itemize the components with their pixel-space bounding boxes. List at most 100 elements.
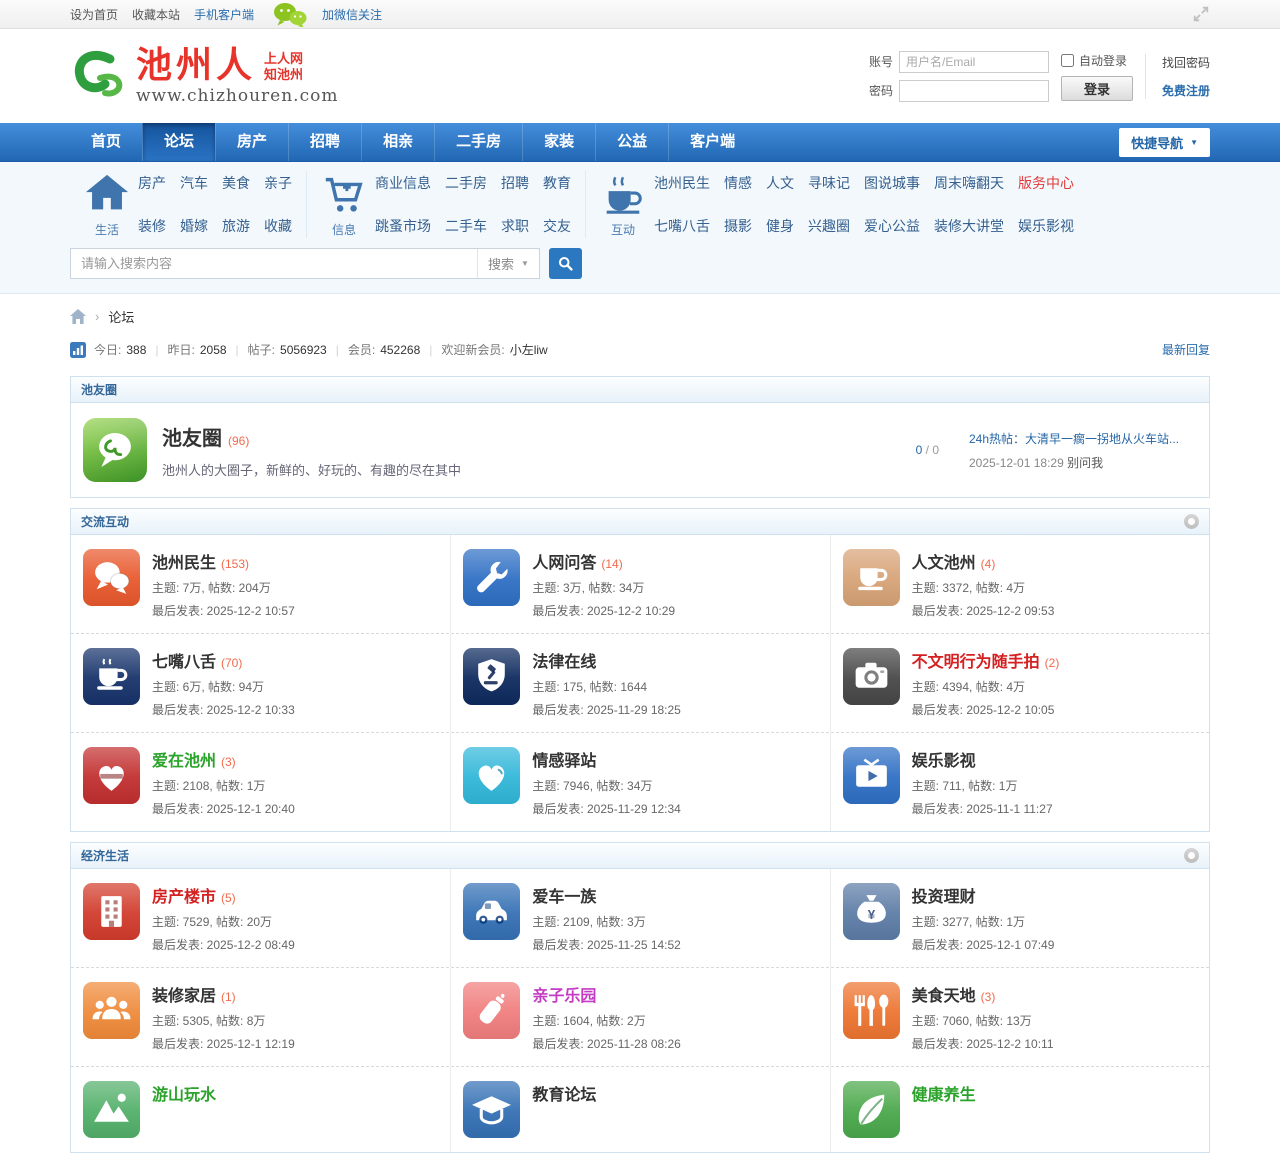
subnav-link[interactable]: 健身 [766,214,794,238]
collapse-toggle-icon[interactable] [1184,514,1199,529]
leaf-icon[interactable] [843,1081,900,1138]
forum-last-post[interactable]: 最后发表: 2025-12-2 10:05 [912,701,1060,718]
czr-bubble-icon[interactable] [83,418,147,482]
subnav-link[interactable]: 摄影 [724,214,752,238]
wrench-icon[interactable] [463,549,520,606]
forum-title-link[interactable]: 美食天地 [912,982,976,1006]
forum-last-post[interactable]: 最后发表: 2025-12-2 09:53 [912,602,1055,619]
nav-item-4[interactable]: 招聘 [288,123,361,161]
subnav-link[interactable]: 交友 [543,214,571,238]
forum-title-link[interactable]: 装修家居 [152,982,216,1006]
coffee-icon[interactable] [843,549,900,606]
forum-title-link[interactable]: 七嘴八舌 [152,648,216,672]
account-input[interactable] [899,51,1049,73]
new-member-link[interactable]: 小左liw [510,341,548,358]
quick-nav-button[interactable]: 快捷导航▼ [1119,128,1210,157]
subnav-link[interactable]: 亲子 [264,171,292,195]
nav-item-2[interactable]: 论坛 [142,123,215,161]
subnav-link[interactable]: 房产 [138,171,166,195]
film-icon[interactable] [843,747,900,804]
camera-icon[interactable] [843,648,900,705]
collapse-toggle-icon[interactable] [1184,848,1199,863]
subnav-link[interactable]: 寻味记 [808,171,850,195]
forum-last-post[interactable]: 最后发表: 2025-11-1 11:27 [912,800,1053,817]
forum-title-link[interactable]: 教育论坛 [532,1081,596,1105]
subnav-link[interactable]: 汽车 [180,171,208,195]
hot-post-author-link[interactable]: 别问我 [1067,456,1103,470]
nav-item-7[interactable]: 家装 [522,123,595,161]
forum-last-post[interactable]: 最后发表: 2025-12-1 12:19 [152,1035,295,1052]
forum-title-link[interactable]: 房产楼市 [152,883,216,907]
nav-item-5[interactable]: 相亲 [361,123,434,161]
mobile-client-link[interactable]: 手机客户端 [194,6,254,23]
subnav-link[interactable]: 娱乐影视 [1018,214,1074,238]
home-icon[interactable] [70,309,86,324]
fullscreen-icon[interactable] [1192,5,1210,23]
forum-last-post[interactable]: 最后发表: 2025-12-2 10:33 [152,701,295,718]
mountain-icon[interactable] [83,1081,140,1138]
site-logo[interactable]: 池州人 上人网 知池州 www.chizhouren.com [70,46,338,106]
forum-last-post[interactable]: 最后发表: 2025-12-2 10:57 [152,602,295,619]
search-type-select[interactable]: 搜索▼ [477,249,539,278]
bottle-icon[interactable] [463,982,520,1039]
subnav-link[interactable]: 收藏 [264,214,292,238]
subnav-link[interactable]: 教育 [543,171,571,195]
forum-title-link[interactable]: 娱乐影视 [912,747,976,771]
forum-title-link[interactable]: 爱车一族 [532,883,596,907]
subnav-link[interactable]: 美食 [222,171,250,195]
subnav-link[interactable]: 旅游 [222,214,250,238]
forum-last-post[interactable]: 最后发表: 2025-11-29 18:25 [532,701,681,718]
forum-last-post[interactable]: 最后发表: 2025-12-2 10:29 [532,602,675,619]
subnav-link[interactable]: 情感 [724,171,752,195]
subnav-link[interactable]: 二手房 [445,171,487,195]
nav-item-1[interactable]: 首页 [70,123,142,161]
cutlery-icon[interactable] [843,982,900,1039]
forum-title-link[interactable]: 池友圈 [162,422,222,451]
set-home-link[interactable]: 设为首页 [70,6,118,23]
moneybag-icon[interactable]: ¥ [843,883,900,940]
forum-title-link[interactable]: 亲子乐园 [532,982,596,1006]
forum-title-link[interactable]: 人网问答 [532,549,596,573]
subnav-link[interactable]: 七嘴八舌 [654,214,710,238]
auto-login-checkbox[interactable] [1061,54,1074,67]
people-icon[interactable] [83,982,140,1039]
forum-last-post[interactable]: 最后发表: 2025-12-1 07:49 [912,936,1055,953]
subnav-link[interactable]: 人文 [766,171,794,195]
forum-title-link[interactable]: 情感驿站 [532,747,596,771]
subnav-link[interactable]: 求职 [501,214,529,238]
forum-last-post[interactable]: 最后发表: 2025-11-29 12:34 [532,800,681,817]
heart-icon[interactable] [463,747,520,804]
bookmark-link[interactable]: 收藏本站 [132,6,180,23]
forum-last-post[interactable]: 最后发表: 2025-12-2 08:49 [152,936,295,953]
forum-last-post[interactable]: 最后发表: 2025-12-1 20:40 [152,800,295,817]
car-icon[interactable] [463,883,520,940]
subnav-link[interactable]: 二手车 [445,214,487,238]
forum-title-link[interactable]: 人文池州 [912,549,976,573]
subnav-link[interactable]: 跳蚤市场 [375,214,431,238]
shield-gavel-icon[interactable] [463,648,520,705]
subnav-link[interactable]: 招聘 [501,171,529,195]
nav-item-9[interactable]: 客户端 [668,123,756,161]
subnav-link[interactable]: 兴趣圈 [808,214,850,238]
login-button[interactable]: 登录 [1061,76,1133,101]
password-input[interactable] [899,80,1049,102]
forum-title-link[interactable]: 健康养生 [912,1081,976,1105]
love-heart-icon[interactable] [83,747,140,804]
nav-item-6[interactable]: 二手房 [434,123,522,161]
forum-title-link[interactable]: 游山玩水 [152,1081,216,1105]
gradcap-icon[interactable] [463,1081,520,1138]
forum-last-post[interactable]: 最后发表: 2025-12-2 10:11 [912,1035,1054,1052]
register-link[interactable]: 免费注册 [1162,82,1210,99]
subnav-link[interactable]: 婚嫁 [180,214,208,238]
latest-reply-link[interactable]: 最新回复 [1162,341,1210,358]
building-icon[interactable] [83,883,140,940]
forum-title-link[interactable]: 池州民生 [152,549,216,573]
subnav-link[interactable]: 图说城事 [864,171,920,195]
wechat-follow-link[interactable]: 加微信关注 [322,6,382,23]
forum-title-link[interactable]: 爱在池州 [152,747,216,771]
forum-title-link[interactable]: 法律在线 [532,648,596,672]
subnav-link[interactable]: 装修 [138,214,166,238]
subnav-link[interactable]: 装修大讲堂 [934,214,1004,238]
search-button[interactable] [549,248,582,279]
find-password-link[interactable]: 找回密码 [1162,54,1210,71]
